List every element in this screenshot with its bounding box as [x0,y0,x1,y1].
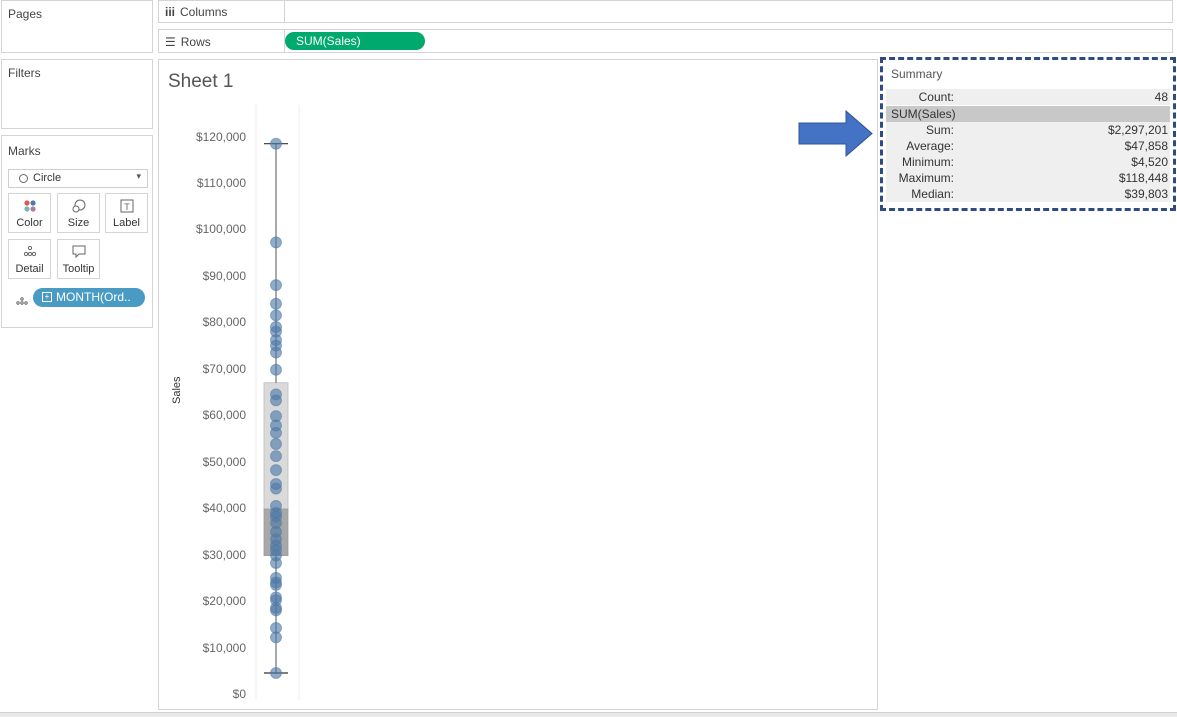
data-point [270,482,282,495]
filters-card[interactable]: Filters [1,59,153,129]
filters-title: Filters [8,66,41,80]
data-point [270,631,282,644]
data-point [270,394,282,407]
tooltip-button-label: Tooltip [62,263,95,275]
size-button-label: Size [67,217,90,229]
summary-maximum-value: $118,448 [1118,171,1168,185]
detail-button[interactable]: Detail [8,239,51,279]
detail-encoding-icon [16,294,28,308]
data-point [270,604,282,617]
summary-average-value: $47,858 [1124,139,1168,153]
data-point [270,438,282,451]
summary-average-label: Average: [906,139,954,153]
label-button[interactable]: T Label [105,193,148,233]
data-point [270,426,282,439]
rows-icon: ☰ [165,35,176,49]
color-button[interactable]: Color [8,193,51,233]
sum-sales-pill[interactable]: SUM(Sales) [285,32,425,50]
summary-minimum-label: Minimum: [901,155,954,169]
month-order-date-pill-label: MONTH(Ord.. [56,290,131,304]
summary-row-median: Median: $39,803 [886,186,1170,202]
data-point [270,556,282,569]
columns-divider [284,1,285,22]
sum-sales-pill-label: SUM(Sales) [296,34,361,48]
box-plot-chart [255,105,300,700]
data-point [270,464,282,477]
summary-sum-value: $2,297,201 [1107,123,1168,137]
summary-count-label: Count: [918,90,954,104]
circle-icon [19,174,28,183]
summary-row-sum: Sum: $2,297,201 [886,122,1170,138]
columns-icon: iii [165,5,176,19]
summary-median-value: $39,803 [1124,187,1168,201]
summary-maximum-label: Maximum: [898,171,954,185]
svg-text:T: T [124,202,130,212]
data-point [270,667,282,680]
data-point [270,236,282,249]
mark-type-dropdown[interactable]: Circle ▾ [8,169,148,188]
month-order-date-pill[interactable]: + MONTH(Ord.. [33,288,145,307]
sheet-view: Sheet 1 $0 $10,000 $20,000 $30,000 $40,000 $5… [158,59,878,710]
columns-shelf[interactable]: iii Columns [158,0,1173,23]
summary-row-count: Count: 48 [886,89,1170,105]
summary-title: Summary [891,67,943,81]
data-point [270,137,282,150]
data-point [270,297,282,310]
color-button-label: Color [16,217,43,229]
data-point [270,450,282,463]
data-point [270,279,282,292]
marks-card: Marks Circle ▾ Color Size T Label Detail… [1,135,153,328]
rows-shelf-label: ☰ Rows [165,35,211,49]
size-button[interactable]: Size [57,193,100,233]
annotation-arrow [798,110,873,158]
arrow-shape [798,110,873,158]
summary-section-header: SUM(Sales) [886,106,1170,122]
size-icon [58,199,99,214]
detail-icon [9,245,50,260]
columns-label-text: Columns [180,5,228,19]
label-icon: T [106,199,147,214]
summary-row-minimum: Minimum: $4,520 [886,154,1170,170]
bottom-status-bar [0,712,1177,717]
mark-type-label: Circle [33,172,62,184]
data-point [270,346,282,359]
rows-label-text: Rows [180,35,211,49]
summary-minimum-value: $4,520 [1131,155,1168,169]
expand-icon[interactable]: + [42,292,52,302]
summary-row-maximum: Maximum: $118,448 [886,170,1170,186]
color-icon [9,199,50,214]
data-point [270,309,282,322]
pages-title: Pages [8,7,43,21]
tooltip-button[interactable]: Tooltip [57,239,100,279]
chevron-down-icon: ▾ [136,171,141,181]
summary-median-label: Median: [911,187,954,201]
summary-row-average: Average: $47,858 [886,138,1170,154]
summary-card: Summary Count: 48 SUM(Sales) Sum: $2,297… [880,57,1176,211]
summary-section-label: SUM(Sales) [891,107,956,121]
data-point [270,578,282,591]
label-button-label: Label [113,217,140,229]
columns-shelf-label: iii Columns [165,5,227,19]
marks-title: Marks [8,144,41,158]
detail-button-label: Detail [15,263,44,275]
tooltip-icon [58,245,99,260]
summary-count-value: 48 [1154,90,1168,104]
summary-sum-label: Sum: [925,123,954,137]
pages-card: Pages [1,0,153,53]
data-point [270,363,282,376]
